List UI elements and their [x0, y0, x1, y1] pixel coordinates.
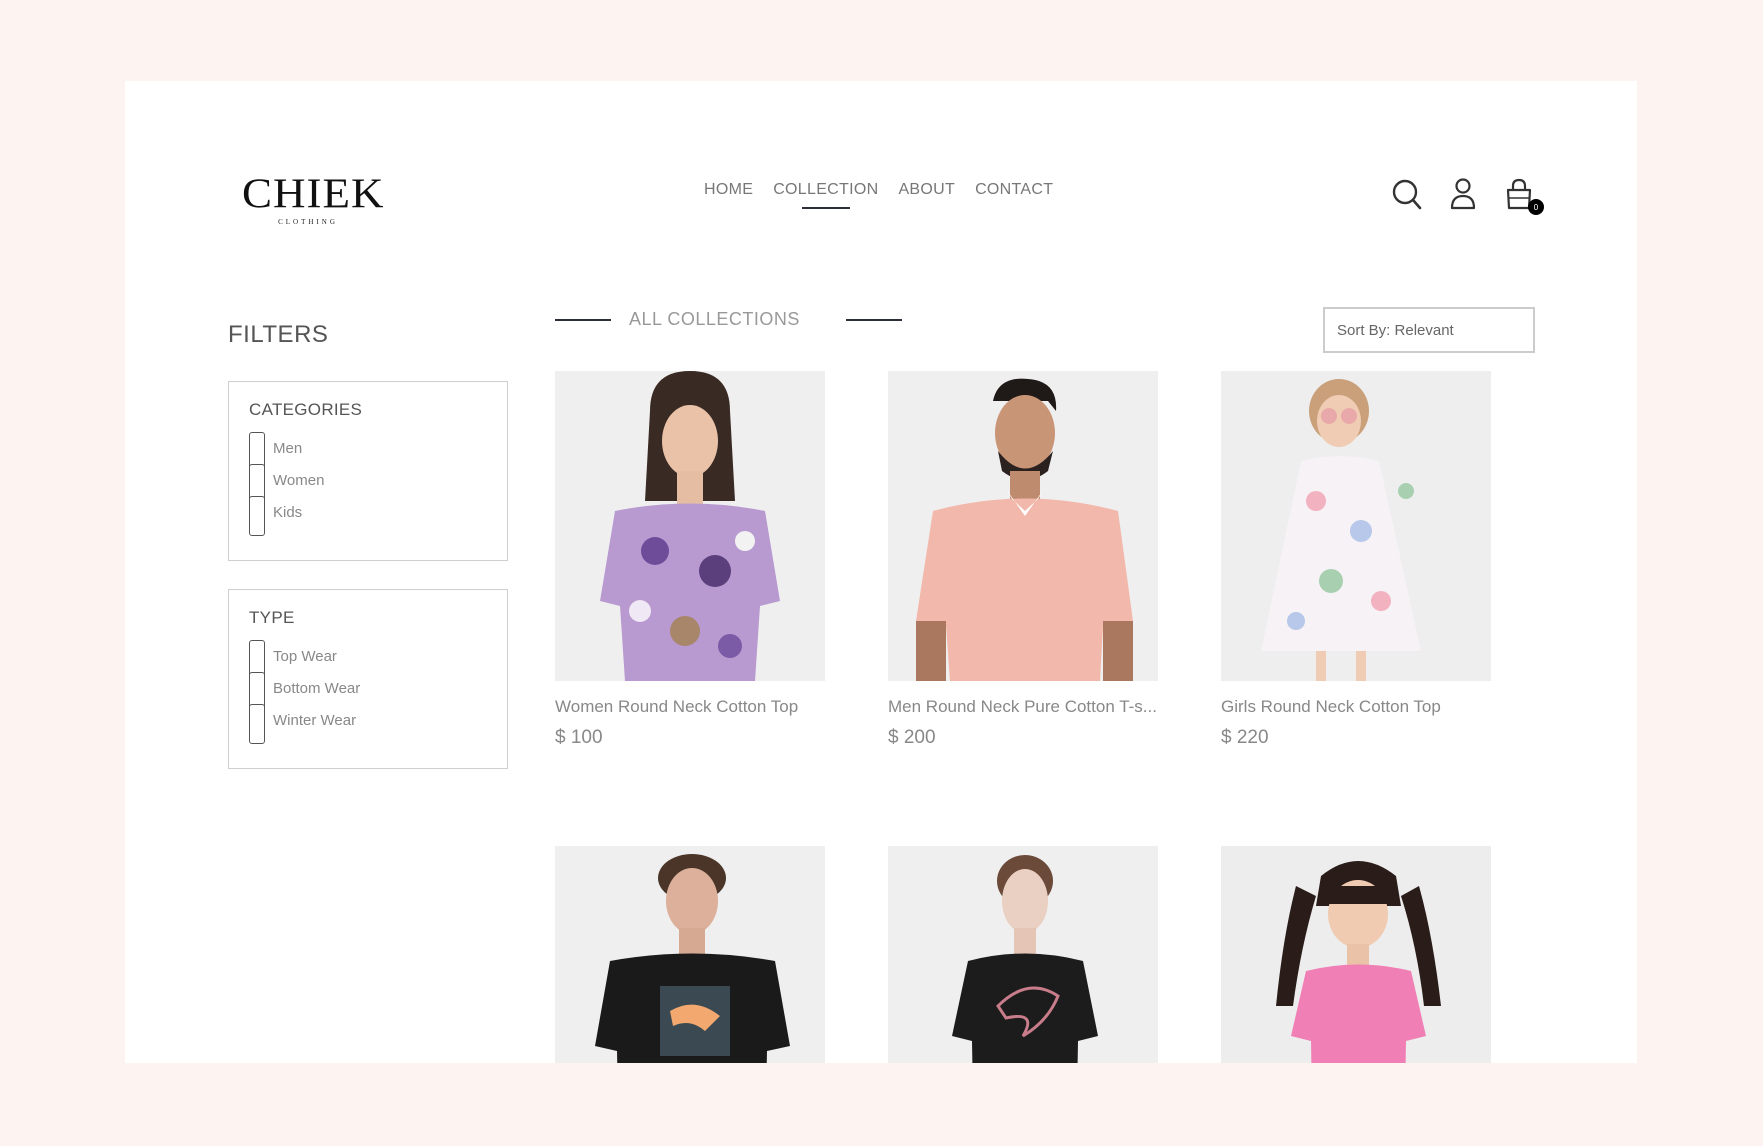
- filter-option-bottom-wear[interactable]: Bottom Wear: [249, 672, 487, 712]
- filter-option-label: Kids: [273, 503, 303, 521]
- filter-option-men[interactable]: Men: [249, 432, 487, 472]
- logo-wordmark: CHIEK: [242, 169, 385, 217]
- sort-select[interactable]: Sort By: Relevant: [1323, 307, 1535, 353]
- nav-about[interactable]: ABOUT: [898, 181, 955, 209]
- filter-option-label: Bottom Wear: [273, 679, 361, 697]
- product-card[interactable]: Women Round Neck Cotton Top $ 100: [555, 371, 825, 749]
- cart-count-badge: 0: [1528, 199, 1544, 215]
- product-price: $ 220: [1221, 727, 1269, 748]
- filter-option-label: Winter Wear: [273, 711, 357, 729]
- product-image[interactable]: [1221, 846, 1491, 1063]
- product-price: $ 100: [555, 727, 603, 748]
- header-icons: 0: [1391, 177, 1544, 215]
- search-icon[interactable]: [1391, 177, 1423, 211]
- product-card[interactable]: [888, 846, 1158, 1063]
- product-card[interactable]: [555, 846, 825, 1063]
- nav-contact[interactable]: CONTACT: [975, 181, 1053, 209]
- filter-option-label: Men: [273, 439, 303, 457]
- product-name[interactable]: Women Round Neck Cotton Top: [555, 697, 825, 717]
- categories-filter: CATEGORIES Men Women Kids: [228, 381, 508, 561]
- product-price: $ 200: [888, 727, 936, 748]
- shopping-bag-icon[interactable]: 0: [1503, 177, 1544, 215]
- filter-option-women[interactable]: Women: [249, 464, 487, 504]
- filter-option-winter-wear[interactable]: Winter Wear: [249, 704, 487, 744]
- page-frame: CHIEK CLOTHING HOME COLLECTION ABOUT CON…: [125, 81, 1637, 1063]
- type-filter: TYPE Top Wear Bottom Wear Winter Wear: [228, 589, 508, 769]
- product-name[interactable]: Men Round Neck Pure Cotton T-s...: [888, 697, 1158, 717]
- product-card[interactable]: Men Round Neck Pure Cotton T-s... $ 200: [888, 371, 1158, 749]
- nav-home[interactable]: HOME: [704, 181, 753, 209]
- nav-collection[interactable]: COLLECTION: [773, 181, 878, 209]
- brand-logo[interactable]: CHIEK CLOTHING: [242, 169, 385, 226]
- product-card[interactable]: Girls Round Neck Cotton Top $ 220: [1221, 371, 1491, 749]
- categories-heading: CATEGORIES: [249, 400, 363, 419]
- product-card[interactable]: [1221, 846, 1491, 1063]
- filter-option-top-wear[interactable]: Top Wear: [249, 640, 487, 680]
- title-left-rule: [555, 318, 611, 321]
- product-name[interactable]: Girls Round Neck Cotton Top: [1221, 697, 1491, 717]
- filters-title[interactable]: FILTERS: [228, 321, 328, 349]
- product-image[interactable]: [555, 371, 825, 681]
- product-image[interactable]: [888, 846, 1158, 1063]
- title-right-rule: [845, 318, 902, 321]
- filter-option-kids[interactable]: Kids: [249, 496, 487, 536]
- checkbox-winter-wear[interactable]: [249, 704, 265, 744]
- checkbox-kids[interactable]: [249, 496, 265, 536]
- product-image[interactable]: [888, 371, 1158, 681]
- collection-title: ALL COLLECTIONS: [629, 309, 800, 329]
- product-image[interactable]: [1221, 371, 1491, 681]
- main-nav: HOME COLLECTION ABOUT CONTACT: [704, 181, 1053, 209]
- logo-subtitle: CLOTHING: [278, 218, 338, 226]
- product-image[interactable]: [555, 846, 825, 1063]
- collection-header: ALL COLLECTIONS: [555, 309, 902, 330]
- user-icon[interactable]: [1447, 177, 1479, 211]
- type-heading: TYPE: [249, 608, 295, 627]
- filter-option-label: Women: [273, 471, 325, 489]
- filter-option-label: Top Wear: [273, 647, 337, 665]
